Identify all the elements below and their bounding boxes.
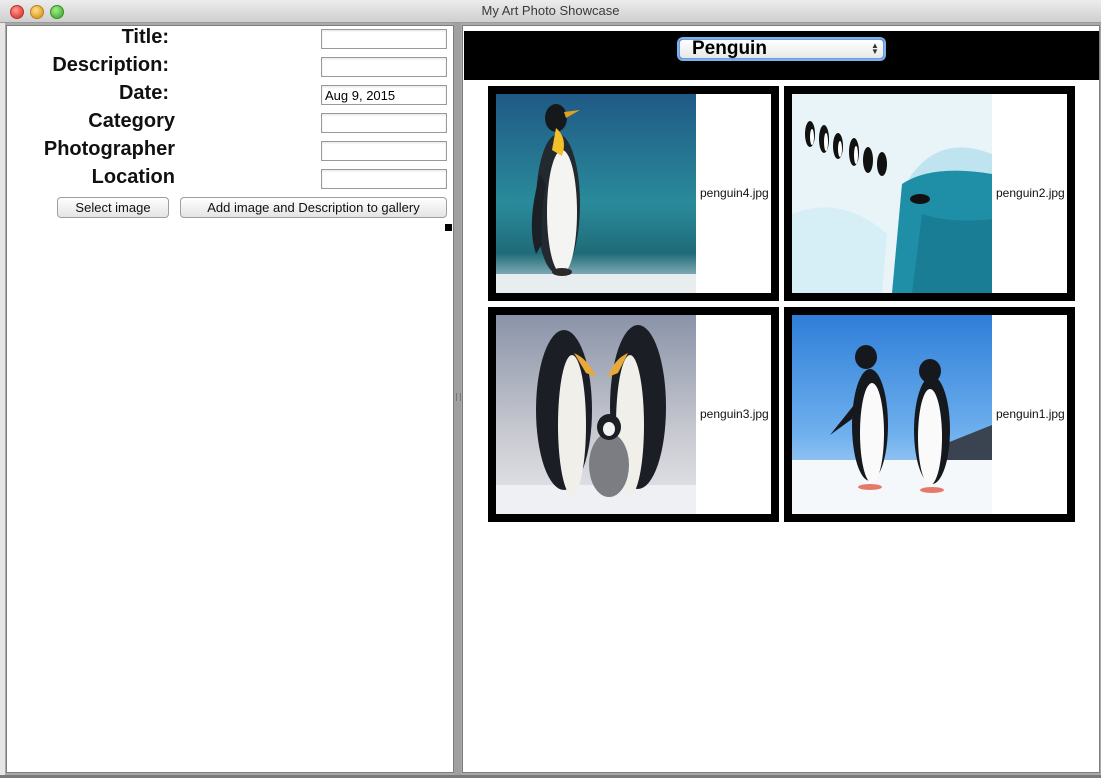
date-field[interactable] [321,85,447,105]
photographer-field[interactable] [321,141,447,161]
photographer-label: Photographer [43,138,175,160]
background-window-edge [0,23,5,775]
add-to-gallery-button[interactable]: Add image and Description to gallery [180,197,447,218]
category-dropdown[interactable]: Penguin ▲ ▼ [679,38,884,59]
gallery-card[interactable]: penguin1.jpg [784,307,1075,522]
title-label: Title: [121,26,169,48]
category-field[interactable] [321,113,447,133]
location-label: Location [91,166,175,188]
location-field[interactable] [321,169,447,189]
category-dropdown-value: Penguin [692,38,767,59]
title-field[interactable] [321,29,447,49]
select-image-button[interactable]: Select image [57,197,169,218]
gallery-card[interactable]: penguin3.jpg [488,307,779,522]
penguin-photo-image [496,315,696,514]
image-filename: penguin2.jpg [996,186,1065,200]
gallery-panel: Penguin ▲ ▼ penguin4.jpg penguin2.jpg pe… [462,25,1100,773]
description-form-panel: Title: Description: Date: Category Photo… [6,25,454,773]
penguin-photo-image [496,94,696,293]
gallery-card[interactable]: penguin2.jpg [784,86,1075,301]
updown-arrows-icon: ▲ ▼ [871,41,879,56]
app-window: Title: Description: Date: Category Photo… [0,23,1101,775]
date-label: Date: [118,82,169,104]
description-label: Description: [52,54,169,76]
resize-handle-icon[interactable] [445,224,452,231]
gallery-card[interactable]: penguin4.jpg [488,86,779,301]
window-titlebar: My Art Photo Showcase [0,0,1101,23]
image-filename: penguin4.jpg [700,186,769,200]
category-label: Category [88,110,175,132]
split-pane-divider[interactable] [454,23,461,775]
window-title: My Art Photo Showcase [481,3,620,18]
divider-grip-icon [456,393,461,401]
image-filename: penguin1.jpg [996,407,1065,421]
penguin-photo-image [792,315,992,514]
penguin-photo-image [792,94,992,293]
description-field[interactable] [321,57,447,77]
category-selector-bar: Penguin ▲ ▼ [464,31,1099,80]
image-filename: penguin3.jpg [700,407,769,421]
